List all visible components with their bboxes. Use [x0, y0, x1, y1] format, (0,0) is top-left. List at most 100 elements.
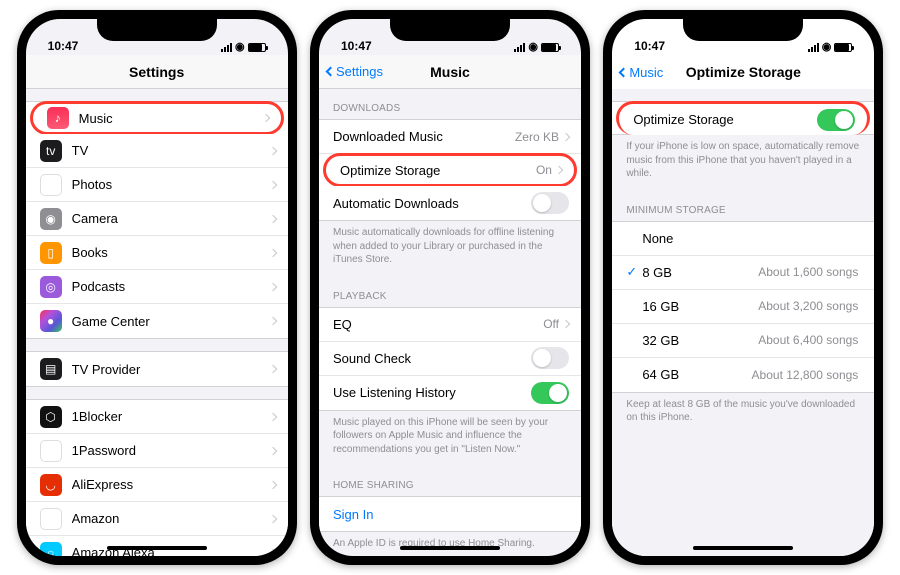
1password-icon: ① — [40, 440, 62, 462]
chevron-right-icon — [268, 317, 276, 325]
sound-check-row[interactable]: Sound Check — [319, 342, 581, 376]
page-title: Optimize Storage — [686, 64, 801, 80]
notch — [97, 19, 217, 41]
settings-row-1password[interactable]: ① 1Password — [26, 434, 288, 468]
nav-bar: Settings Music — [319, 55, 581, 89]
aliexpress-icon: ◡ — [40, 474, 62, 496]
storage-size: 8 GB — [642, 265, 758, 280]
nav-bar: Settings — [26, 55, 288, 89]
1blocker-icon: ⬡ — [40, 406, 62, 428]
minimum-storage-footer: Keep at least 8 GB of the music you've d… — [612, 393, 874, 435]
automatic-downloads-toggle[interactable] — [531, 192, 569, 214]
chevron-right-icon — [562, 320, 570, 328]
chevron-right-icon — [268, 548, 276, 556]
game-center-icon: ● — [40, 310, 62, 332]
chevron-right-icon — [268, 412, 276, 420]
battery-icon — [248, 43, 266, 52]
sound-check-toggle[interactable] — [531, 347, 569, 369]
chevron-right-icon — [268, 180, 276, 188]
row-label: 1Password — [72, 443, 270, 458]
nav-bar: Music Optimize Storage — [612, 55, 874, 89]
row-label: AliExpress — [72, 477, 270, 492]
row-label: Game Center — [72, 314, 270, 329]
chevron-right-icon — [268, 146, 276, 154]
settings-row-game-center[interactable]: ● Game Center — [26, 304, 288, 338]
music-settings[interactable]: DOWNLOADS Downloaded Music Zero KB Optim… — [319, 89, 581, 556]
amazon-alexa-icon: ○ — [40, 542, 62, 557]
chevron-right-icon — [261, 114, 269, 122]
back-button[interactable]: Music — [620, 65, 663, 80]
songs-estimate: About 12,800 songs — [752, 368, 859, 382]
optimize-storage-row[interactable]: Optimize Storage On — [323, 153, 577, 187]
listening-history-row[interactable]: Use Listening History — [319, 376, 581, 410]
camera-icon: ◉ — [40, 208, 62, 230]
time: 10:47 — [341, 39, 372, 53]
home-indicator[interactable] — [693, 546, 793, 550]
phone-settings: 10:47 ◉ Settings ♪Music tv TV ✿Photos ◉ Camer… — [17, 10, 297, 565]
downloaded-music-row[interactable]: Downloaded Music Zero KB — [319, 120, 581, 154]
settings-row-tv-provider[interactable]: ▤ TV Provider — [26, 352, 288, 386]
phone-optimize-storage: 10:47 ◉ Music Optimize Storage Optimize … — [603, 10, 883, 565]
optimize-settings[interactable]: Optimize Storage If your iPhone is low o… — [612, 89, 874, 556]
row-label: Podcasts — [72, 279, 270, 294]
settings-row-photos[interactable]: ✿Photos — [26, 168, 288, 202]
books-icon: ▯ — [40, 242, 62, 264]
optimize-storage-toggle[interactable] — [817, 109, 855, 131]
phone-music: 10:47 ◉ Settings Music DOWNLOADS Downloa… — [310, 10, 590, 565]
sign-in-row[interactable]: Sign In — [319, 497, 581, 531]
row-label: Books — [72, 245, 270, 260]
row-label: Camera — [72, 211, 270, 226]
listening-history-toggle[interactable] — [531, 382, 569, 404]
home-indicator[interactable] — [107, 546, 207, 550]
storage-size: 32 GB — [642, 333, 758, 348]
songs-estimate: About 3,200 songs — [758, 299, 858, 313]
chevron-right-icon — [268, 514, 276, 522]
storage-size: 16 GB — [642, 299, 758, 314]
storage-option-row[interactable]: 16 GBAbout 3,200 songs — [612, 290, 874, 324]
settings-row-podcasts[interactable]: ◎Podcasts — [26, 270, 288, 304]
page-title: Settings — [129, 64, 184, 80]
chevron-right-icon — [268, 282, 276, 290]
settings-row-tv[interactable]: tv TV — [26, 134, 288, 168]
settings-row-camera[interactable]: ◉ Camera — [26, 202, 288, 236]
automatic-downloads-row[interactable]: Automatic Downloads — [319, 186, 581, 220]
chevron-left-icon — [619, 67, 629, 77]
storage-size: 64 GB — [642, 367, 751, 382]
row-label: TV — [72, 143, 270, 158]
storage-option-row[interactable]: 64 GBAbout 12,800 songs — [612, 358, 874, 392]
row-label: 1Blocker — [72, 409, 270, 424]
playback-footer: Music played on this iPhone will be seen… — [319, 411, 581, 467]
sign-in-footer: An Apple ID is required to use Home Shar… — [319, 532, 581, 556]
wifi-icon: ◉ — [528, 42, 538, 53]
time: 10:47 — [48, 39, 79, 53]
battery-icon — [541, 43, 559, 52]
wifi-icon: ◉ — [235, 42, 245, 53]
eq-row[interactable]: EQ Off — [319, 308, 581, 342]
chevron-right-icon — [268, 446, 276, 454]
chevron-left-icon — [326, 67, 336, 77]
storage-option-row[interactable]: ✓8 GBAbout 1,600 songs — [612, 256, 874, 290]
storage-size: None — [642, 231, 858, 246]
settings-row-1blocker[interactable]: ⬡ 1Blocker — [26, 400, 288, 434]
storage-option-row[interactable]: None — [612, 222, 874, 256]
wifi-icon: ◉ — [822, 42, 832, 53]
settings-row-music[interactable]: ♪Music — [30, 101, 284, 135]
home-indicator[interactable] — [400, 546, 500, 550]
settings-row-amazon[interactable]: aAmazon — [26, 502, 288, 536]
tv-icon: tv — [40, 140, 62, 162]
chevron-right-icon — [268, 365, 276, 373]
section-playback: PLAYBACK — [319, 277, 581, 307]
photos-icon: ✿ — [40, 174, 62, 196]
settings-list[interactable]: ♪MusictvTV✿Photos◉Camera▯Books◎Podcasts●… — [26, 89, 288, 556]
settings-row-books[interactable]: ▯ Books — [26, 236, 288, 270]
row-label: TV Provider — [72, 362, 270, 377]
settings-row-aliexpress[interactable]: ◡ AliExpress — [26, 468, 288, 502]
tv-provider-icon: ▤ — [40, 358, 62, 380]
section-downloads: DOWNLOADS — [319, 89, 581, 119]
chevron-right-icon — [268, 480, 276, 488]
storage-option-row[interactable]: 32 GBAbout 6,400 songs — [612, 324, 874, 358]
back-button[interactable]: Settings — [327, 64, 383, 79]
battery-icon — [834, 43, 852, 52]
section-home-sharing: HOME SHARING — [319, 466, 581, 496]
optimize-storage-toggle-row[interactable]: Optimize Storage — [616, 101, 870, 135]
